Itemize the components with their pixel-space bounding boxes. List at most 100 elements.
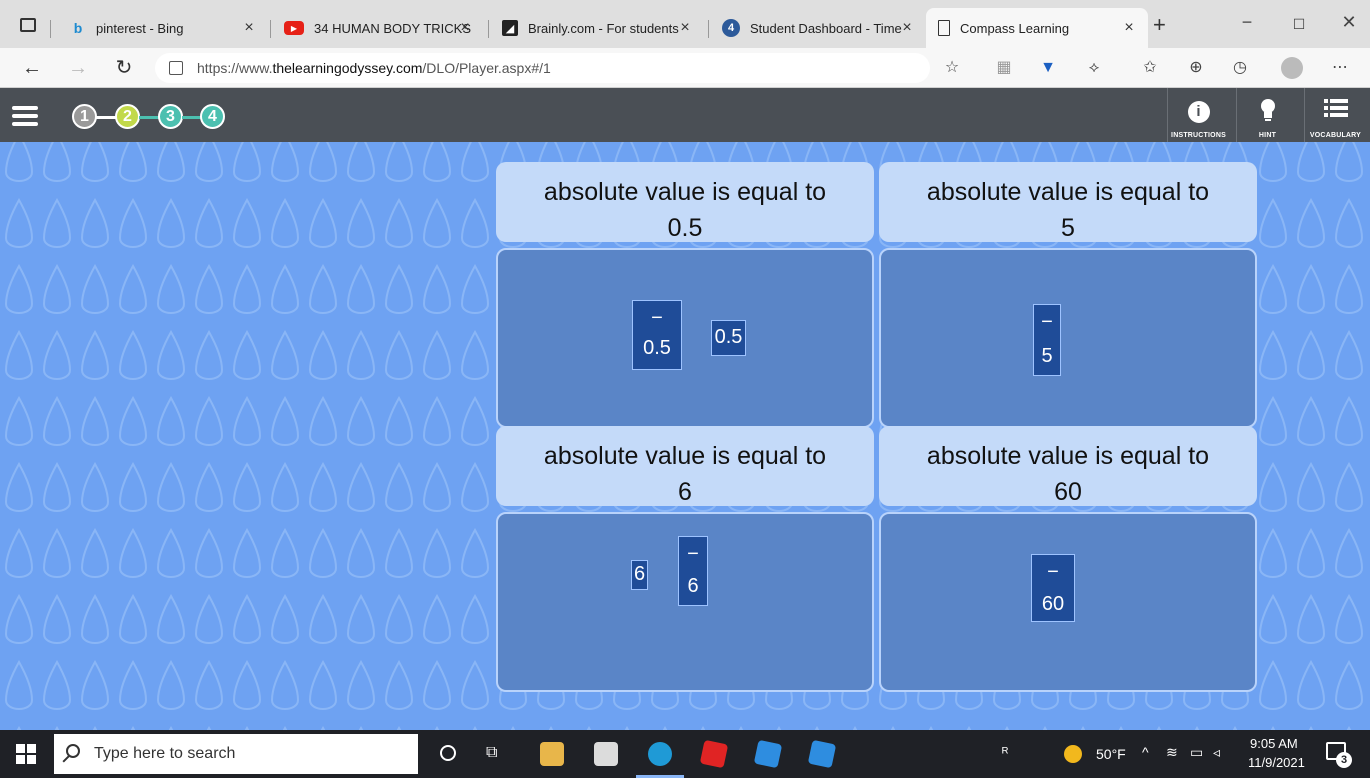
minimize-button[interactable]: − [1232,12,1262,33]
people-icon[interactable]: ᴿ [1002,744,1008,760]
page-icon [938,20,950,36]
step-1[interactable]: 1 [72,104,97,129]
target-card-0-5: absolute value is equal to 0.5 [496,162,874,242]
tab-pinterest-bing[interactable]: b pinterest - Bing × [58,8,268,48]
hamburger-menu-icon[interactable] [12,106,38,126]
browser-tab-strip: b pinterest - Bing × ▶ 34 HUMAN BODY TRI… [0,0,1370,48]
windows-taskbar: Type here to search ⧉ ᴿ 50°F ^ ≋ ▭ ◃ 9:0… [0,730,1370,778]
store-icon[interactable] [594,742,618,766]
roblox-studio-icon[interactable] [753,739,783,769]
tile-negative-60[interactable]: − 60 [1031,554,1075,622]
search-placeholder: Type here to search [94,745,236,762]
new-tab-button[interactable]: + [1153,12,1166,38]
step-connector [182,116,202,119]
battery-icon[interactable]: ▭ [1190,744,1203,761]
tile-sign: − [1041,311,1053,333]
card-text: absolute value is equal to [926,442,1210,470]
drop-zone-60[interactable]: − 60 [879,512,1257,692]
close-tab-icon[interactable]: × [240,19,258,37]
task-view-icon[interactable]: ⧉ [486,744,497,762]
vocabulary-button[interactable]: VOCABULARY [1304,88,1366,142]
card-value: 60 [1054,478,1082,506]
profile-avatar[interactable] [1281,57,1303,79]
more-options-icon[interactable]: ⋯ [1330,58,1350,78]
close-tab-icon[interactable]: × [676,19,694,37]
close-window-button[interactable]: ✕ [1334,12,1364,33]
list-icon [1305,98,1366,122]
favorites-icon[interactable]: ✩ [1140,58,1160,78]
step-connector [139,116,159,119]
extension-shield-icon[interactable]: ▼ [1038,58,1058,78]
card-text: absolute value is equal to [543,442,827,470]
add-favorite-icon[interactable]: ☆ [942,58,962,78]
windows-start-icon[interactable] [16,744,36,764]
step-4[interactable]: 4 [200,104,225,129]
maximize-button[interactable]: ☐ [1284,16,1314,33]
volume-icon[interactable]: ◃ [1213,744,1220,761]
tile-value: 0.5 [714,326,743,348]
close-tab-icon[interactable]: × [1120,19,1138,37]
close-tab-icon[interactable]: × [898,19,916,37]
drop-zone-6[interactable]: 6 − 6 [496,512,874,692]
tab-student-dashboard[interactable]: 4 Student Dashboard - Time × [710,8,926,48]
activity-area: absolute value is equal to 0.5 − 0.5 0.5… [0,142,1370,730]
card-value: 6 [678,478,692,506]
card-text: absolute value is equal to [543,178,827,206]
tab-actions-icon[interactable] [20,18,36,32]
info-icon: i [1168,98,1229,123]
app-header: 1 2 3 4 i INSTRUCTIONS HINT VOCABULARY [0,88,1370,142]
forward-button[interactable]: → [66,56,90,80]
back-button[interactable]: ← [20,56,44,80]
collections-icon[interactable]: ⊕ [1186,58,1206,78]
clock-date[interactable]: 11/9/2021 [1248,755,1305,770]
show-hidden-icons[interactable]: ^ [1142,744,1149,760]
close-tab-icon[interactable]: × [456,19,474,37]
step-2[interactable]: 2 [115,104,140,129]
target-card-60: absolute value is equal to 60 [879,426,1257,506]
card-value: 0.5 [667,214,703,242]
tile-sign: − [687,543,699,565]
step-connector [96,116,116,119]
extensions-puzzle-icon[interactable]: ⟡ [1084,58,1104,78]
clock-time[interactable]: 9:05 AM [1250,736,1298,751]
brainly-icon: ◢ [502,20,518,36]
drop-zone-5[interactable]: − 5 [879,248,1257,428]
extension-icon[interactable]: ▦ [994,58,1014,78]
target-card-6: absolute value is equal to 6 [496,426,874,506]
tile-positive-0-5[interactable]: 0.5 [711,320,746,356]
tile-negative-0-5[interactable]: − 0.5 [632,300,682,370]
tile-negative-5[interactable]: − 5 [1033,304,1061,376]
taskbar-search-box[interactable]: Type here to search [54,734,418,774]
dashboard-icon: 4 [722,19,740,37]
url-field[interactable]: https://www. thelearningodyssey.com/DLO/P… [155,53,930,83]
roblox-studio-icon[interactable] [807,739,837,769]
hint-button[interactable]: HINT [1236,88,1298,142]
instructions-label: INSTRUCTIONS [1171,132,1226,139]
step-3[interactable]: 3 [158,104,183,129]
tab-compass-learning[interactable]: Compass Learning × [926,8,1148,48]
lock-icon [169,61,183,75]
wifi-icon[interactable]: ≋ [1166,744,1178,761]
tab-brainly[interactable]: ◢ Brainly.com - For students × [490,8,704,48]
cortana-icon[interactable] [440,745,456,761]
url-path: /DLO/Player.aspx#/1 [422,60,551,76]
roblox-icon[interactable] [699,739,729,769]
tile-negative-6[interactable]: − 6 [678,536,708,606]
tile-positive-6[interactable]: 6 [631,560,648,590]
search-icon [66,744,80,758]
tile-value: 0.5 [643,337,671,359]
weather-sun-icon[interactable] [1064,745,1082,763]
tile-sign: − [1047,561,1059,583]
lightbulb-icon [1237,98,1298,122]
temperature[interactable]: 50°F [1096,746,1126,762]
edge-icon[interactable] [648,742,672,766]
tile-value: 5 [1041,345,1053,367]
file-explorer-icon[interactable] [540,742,564,766]
target-card-5: absolute value is equal to 5 [879,162,1257,242]
tab-youtube[interactable]: ▶ 34 HUMAN BODY TRICKS × [272,8,484,48]
drop-zone-0-5[interactable]: − 0.5 0.5 [496,248,874,428]
refresh-button[interactable]: ↻ [112,56,136,80]
instructions-button[interactable]: i INSTRUCTIONS [1167,88,1229,142]
history-icon[interactable]: ◷ [1230,58,1250,78]
tile-value: 6 [633,563,646,585]
